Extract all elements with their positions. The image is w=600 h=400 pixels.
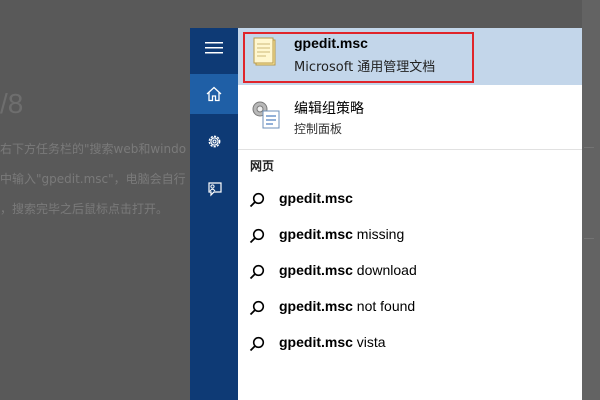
suggestion-query: gpedit.msc xyxy=(279,190,353,206)
web-suggestion[interactable]: gpedit.msc not found xyxy=(238,290,582,326)
background-heading: /8 xyxy=(0,88,24,119)
suggestion-query: gpedit.msc xyxy=(279,262,353,278)
suggestion-extra: download xyxy=(352,262,417,278)
feedback-icon xyxy=(207,181,222,196)
settings-button[interactable] xyxy=(190,121,238,161)
web-section-label: 网页 xyxy=(250,159,275,173)
home-button[interactable] xyxy=(190,74,238,114)
app-result-group-policy[interactable]: 编辑组策略 控制面板 xyxy=(238,85,582,147)
search-results-pane: gpedit.msc Microsoft 通用管理文档 编辑组策略 控制面板 网… xyxy=(238,28,582,400)
suggestion-text: gpedit.msc vista xyxy=(279,334,386,350)
home-icon xyxy=(206,86,222,102)
suggestion-text: gpedit.msc xyxy=(279,190,353,206)
menu-button[interactable] xyxy=(190,28,238,68)
background-text-line: ，搜索完毕之后鼠标点击打开。 xyxy=(0,202,169,216)
search-icon xyxy=(249,228,265,244)
app-result-title: 编辑组策略 xyxy=(294,101,364,117)
hamburger-icon xyxy=(205,42,223,54)
suggestion-extra: not found xyxy=(352,298,416,314)
background-divider xyxy=(584,147,594,148)
best-match-result[interactable]: gpedit.msc Microsoft 通用管理文档 xyxy=(238,28,582,85)
suggestion-text: gpedit.msc download xyxy=(279,262,417,278)
suggestion-extra: vista xyxy=(352,334,386,350)
group-policy-icon xyxy=(252,101,280,129)
suggestion-text: gpedit.msc not found xyxy=(279,298,415,314)
background-text-line: 中输入"gpedit.msc"，电脑会自行 xyxy=(0,172,186,186)
search-icon xyxy=(249,336,265,352)
suggestion-text: gpedit.msc missing xyxy=(279,226,404,242)
settings-icon xyxy=(208,135,220,147)
web-suggestion[interactable]: gpedit.msc download xyxy=(238,254,582,290)
search-icon xyxy=(249,264,265,280)
suggestion-extra: missing xyxy=(352,226,405,242)
web-suggestion[interactable]: gpedit.msc missing xyxy=(238,218,582,254)
web-suggestion[interactable]: gpedit.msc xyxy=(238,182,582,218)
feedback-button[interactable] xyxy=(190,169,238,209)
suggestion-query: gpedit.msc xyxy=(279,226,353,242)
suggestion-query: gpedit.msc xyxy=(279,334,353,350)
background-divider xyxy=(584,238,594,239)
app-result-subtitle: 控制面板 xyxy=(294,122,343,136)
search-icon xyxy=(249,192,265,208)
section-divider xyxy=(238,149,582,150)
background-text-line: 右下方任务栏的"搜索web和windo xyxy=(0,142,187,156)
web-suggestion[interactable]: gpedit.msc vista xyxy=(238,326,582,362)
suggestion-query: gpedit.msc xyxy=(279,298,353,314)
highlight-annotation-box xyxy=(243,32,474,83)
start-menu-rail xyxy=(190,28,238,400)
background-scroll-strip xyxy=(582,0,600,400)
search-icon xyxy=(249,300,265,316)
